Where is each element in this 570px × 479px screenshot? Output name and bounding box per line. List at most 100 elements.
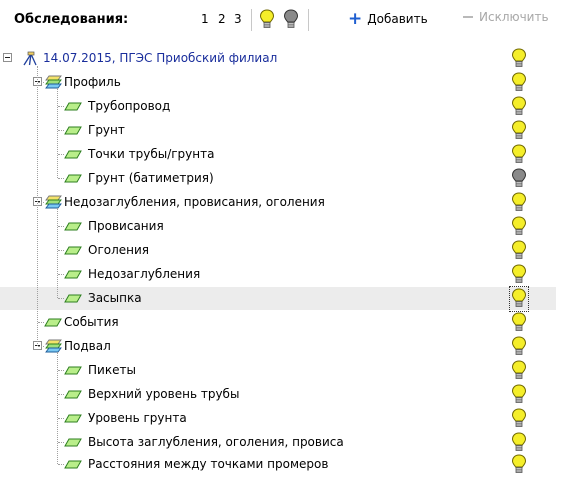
tree-row[interactable]: Профиль	[0, 71, 556, 94]
tree-row[interactable]: Трубопровод	[0, 95, 556, 118]
tree-row[interactable]: Грунт (батиметрия)	[0, 167, 556, 190]
tree-row-label: Провисания	[88, 219, 164, 233]
layer-icon	[64, 291, 82, 306]
layer-icon	[64, 435, 82, 450]
lightbulb-on-icon[interactable]	[511, 72, 527, 94]
lightbulb-on-icon[interactable]	[511, 144, 527, 166]
tree-row[interactable]: Уровень грунта	[0, 407, 556, 430]
toolbar-separator	[308, 9, 309, 31]
layer-icon	[44, 315, 62, 330]
tree-connector	[38, 322, 44, 323]
lightbulb-on-icon[interactable]	[511, 432, 527, 454]
tree-row-label: Грунт	[88, 123, 125, 137]
tree-connector	[58, 370, 64, 371]
tree-row[interactable]: Недозаглубления	[0, 263, 556, 286]
add-button-label: Добавить	[367, 12, 428, 26]
tree-row-label: Недозаглубления	[88, 267, 201, 281]
tree-row-label: Оголения	[88, 243, 150, 257]
tree-row[interactable]: Подвал	[0, 335, 556, 358]
tree-connector	[58, 464, 64, 465]
tree-connector	[58, 178, 64, 179]
tree-row-label: События	[64, 315, 119, 329]
tree-row-label: Недозаглубления, провисания, оголения	[64, 195, 325, 209]
tree-row-label: Засыпка	[88, 291, 142, 305]
layer-icon	[64, 243, 82, 258]
layers-icon	[44, 195, 62, 210]
layer-icon	[64, 387, 82, 402]
survey-icon	[22, 51, 40, 66]
tree-row-label: 14.07.2015, ПГЭС Приобский филиал	[43, 51, 278, 65]
lightbulb-on-icon[interactable]	[511, 48, 527, 70]
tree-row-label: Грунт (батиметрия)	[88, 171, 214, 185]
lightbulb-on-icon[interactable]	[511, 336, 527, 358]
level-1-button[interactable]: 1	[201, 12, 209, 26]
tree-row[interactable]: Засыпка	[0, 286, 556, 312]
tree-row-label: Трубопровод	[88, 99, 171, 113]
tree-connector	[58, 130, 64, 131]
tree-connector	[57, 352, 58, 464]
tree-row[interactable]: Высота заглубления, оголения, провиса	[0, 431, 556, 454]
lightbulb-on-icon[interactable]	[511, 240, 527, 262]
lightbulb-on-icon[interactable]	[511, 312, 527, 334]
layer-icon	[64, 123, 82, 138]
tree-connector	[58, 418, 64, 419]
lightbulb-on-icon[interactable]	[511, 408, 527, 430]
lightbulb-on-icon[interactable]	[511, 454, 527, 476]
exclude-button-label: Исключить	[479, 10, 549, 24]
tree-row-label: Расстояния между точками промеров	[88, 457, 329, 471]
tree-row[interactable]: Пикеты	[0, 359, 556, 382]
tree-row[interactable]: Провисания	[0, 215, 556, 238]
tree-connector	[58, 442, 64, 443]
tree-row[interactable]: Грунт	[0, 119, 556, 142]
lightbulb-on-icon[interactable]	[509, 286, 529, 312]
tree-connector	[58, 394, 64, 395]
tree-connector	[58, 274, 64, 275]
survey-tree: 14.07.2015, ПГЭС Приобский филиал Профиль…	[0, 46, 570, 477]
lightbulb-on-icon[interactable]	[511, 96, 527, 118]
layer-icon	[64, 363, 82, 378]
tree-row-label: Высота заглубления, оголения, провиса	[88, 435, 344, 449]
tree-row[interactable]: Недозаглубления, провисания, оголения	[0, 191, 556, 214]
layer-icon	[64, 99, 82, 114]
tree-row-label: Точки трубы/грунта	[88, 147, 215, 161]
tree-row[interactable]: Верхний уровень трубы	[0, 383, 556, 406]
lightbulb-on-icon[interactable]	[259, 9, 275, 31]
layer-icon	[64, 171, 82, 186]
tree-row[interactable]: События	[0, 311, 556, 334]
collapse-icon[interactable]	[3, 53, 12, 62]
tree-row-label: Уровень грунта	[88, 411, 187, 425]
tree-connector	[38, 202, 44, 203]
tree-connector	[57, 208, 58, 298]
tree-connector	[37, 66, 38, 346]
layer-icon	[64, 411, 82, 426]
exclude-button[interactable]: Исключить	[463, 10, 549, 24]
layer-icon	[64, 457, 82, 472]
tree-row[interactable]: 14.07.2015, ПГЭС Приобский филиал	[0, 47, 556, 70]
tree-connector	[38, 346, 44, 347]
tree-connector	[58, 298, 64, 299]
add-button[interactable]: + Добавить	[348, 10, 428, 28]
tree-row[interactable]: Точки трубы/грунта	[0, 143, 556, 166]
level-2-button[interactable]: 2	[218, 12, 226, 26]
lightbulb-on-icon[interactable]	[511, 264, 527, 286]
lightbulb-on-icon[interactable]	[511, 360, 527, 382]
tree-row-label: Верхний уровень трубы	[88, 387, 240, 401]
tree-connector	[38, 82, 44, 83]
lightbulb-on-icon[interactable]	[511, 192, 527, 214]
plus-icon: +	[348, 9, 363, 29]
lightbulb-on-icon[interactable]	[511, 216, 527, 238]
tree-connector	[58, 106, 64, 107]
tree-row[interactable]: Оголения	[0, 239, 556, 262]
lightbulb-off-icon[interactable]	[511, 168, 527, 190]
level-3-button[interactable]: 3	[234, 12, 242, 26]
tree-connector	[57, 88, 58, 178]
tree-row[interactable]: Расстояния между точками промеров	[0, 453, 556, 476]
lightbulb-on-icon[interactable]	[511, 120, 527, 142]
surveys-title: Обследования:	[14, 12, 129, 27]
tree-row-label: Пикеты	[88, 363, 136, 377]
lightbulb-on-icon[interactable]	[511, 384, 527, 406]
layer-icon	[64, 219, 82, 234]
toolbar: Обследования: 1 2 3 + Добавить Исключить	[0, 0, 570, 40]
tree-connector	[58, 226, 64, 227]
lightbulb-off-icon[interactable]	[283, 9, 299, 31]
